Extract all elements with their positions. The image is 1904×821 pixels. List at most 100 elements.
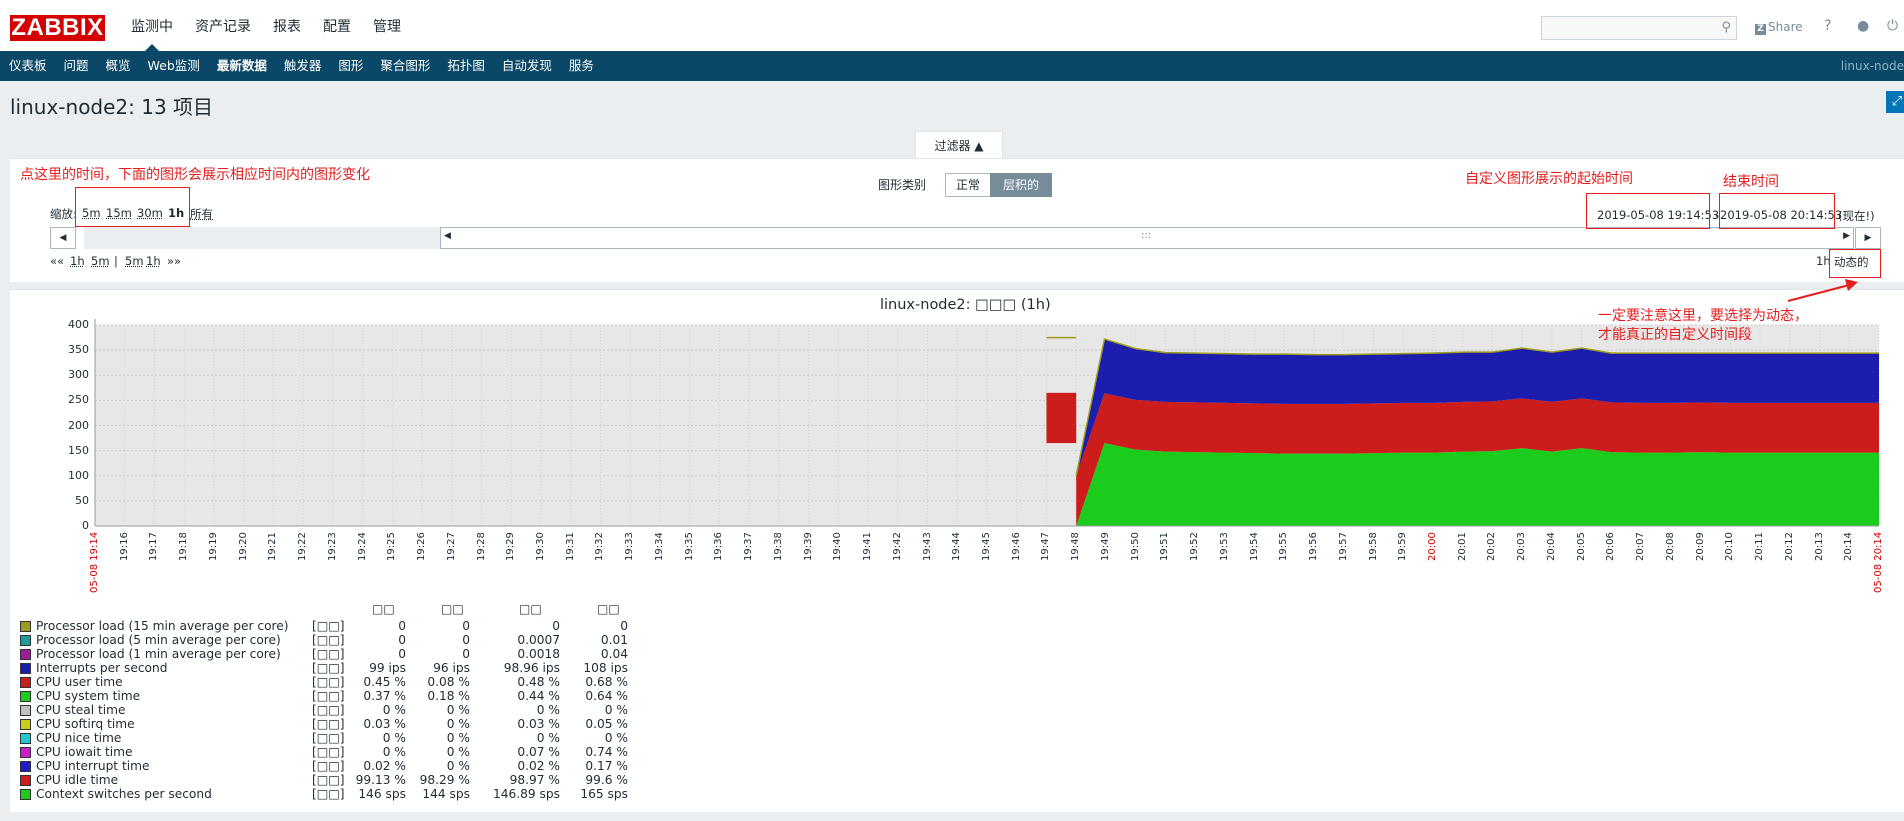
x-tick-label: 20:10 [1724,532,1736,561]
x-tick-label: 19:48 [1070,532,1082,561]
legend-item-value: 0 % [446,703,470,717]
legend-item-value: 0.02 % [363,759,406,773]
legend-item-value: 0.45 % [363,675,406,689]
x-tick-label: 19:27 [445,532,457,561]
x-tick-label: 19:44 [951,532,963,561]
annotation-end-time: 结束时间 [1723,174,1779,190]
x-tick-label: 19:31 [564,532,576,561]
legend-color-swatch [20,663,31,674]
series-areas [1046,336,1879,526]
legend-item-value: 0 % [446,745,470,759]
legend-item-function: [□□] [312,731,345,745]
annotation-dynamic-note-2: 才能真正的自定义时间段 [1598,327,1752,343]
y-tick-label: 100 [68,468,89,482]
x-tick-label: 19:24 [356,532,368,561]
x-tick-label: 19:49 [1099,532,1111,561]
x-tick-label: 19:33 [624,532,636,561]
legend-color-swatch [20,621,31,632]
legend-item-value: 146 sps [358,787,406,801]
x-tick-label: 20:00 [1427,532,1438,561]
x-tick-label: 20:13 [1813,532,1825,561]
x-tick-label: 19:23 [326,532,338,561]
legend-item-value: 99.13 % [355,773,406,787]
legend-item-name: CPU steal time [36,703,126,717]
x-tick-label: 19:59 [1397,532,1409,561]
legend-color-swatch [20,775,31,786]
legend-row: Processor load (5 min average per core) [… [20,633,660,647]
y-tick-label: 200 [68,418,89,432]
x-tick-label: 20:01 [1456,532,1468,561]
x-tick-label: 19:38 [772,532,784,561]
legend-item-value: 0 [620,619,628,633]
legend-item-function: [□□] [312,745,345,759]
annotation-arrow-line [1787,283,1854,302]
legend-item-value: 0.68 % [585,675,628,689]
legend-item-value: 96 ips [433,661,470,675]
legend-item-value: 0.64 % [585,689,628,703]
legend-item-value: 0.37 % [363,689,406,703]
legend-item-value: 0.18 % [427,689,470,703]
legend-item-value: 165 sps [580,787,628,801]
legend-item-function: [□□] [312,633,345,647]
legend-item-name: CPU nice time [36,731,122,745]
legend-item-function: [□□] [312,675,345,689]
series-area-context-switches-per-second [1076,443,1879,526]
x-tick-label: 19:16 [118,532,130,561]
x-tick-label: 19:22 [297,532,309,561]
legend-color-swatch [20,761,31,772]
legend-row: CPU steal time [□□] 0 % 0 % 0 % 0 % [20,703,660,717]
legend-color-swatch [20,677,31,688]
legend-item-value: 0 % [604,703,628,717]
x-tick-label: 19:19 [207,532,219,561]
legend-item-name: CPU iowait time [36,745,133,759]
x-tick-label: 19:34 [653,532,665,561]
legend-color-swatch [20,705,31,716]
legend-item-value: 0.05 % [585,717,628,731]
x-tick-label: 19:40 [832,532,844,561]
legend-row: CPU interrupt time [□□] 0.02 % 0 % 0.02 % 0.1… [20,759,660,773]
legend-item-value: 0.08 % [427,675,470,689]
legend-item-value: 0 % [446,759,470,773]
legend-item-value: 0.74 % [585,745,628,759]
legend-item-value: 0.07 % [517,745,560,759]
legend-item-value: 0 [398,633,406,647]
x-tick-label: 20:02 [1486,532,1498,561]
annotation-arrow-head [1845,279,1858,291]
x-tick-label: 19:47 [1040,532,1052,561]
x-tick-label: 19:52 [1189,532,1201,561]
legend-item-function: [□□] [312,773,345,787]
legend-item-value: 0 % [446,731,470,745]
legend-header-last: □□ [372,602,395,616]
legend-item-value: 0 [398,647,406,661]
legend-row: CPU system time [□□] 0.37 % 0.18 % 0.44 % 0.6… [20,689,660,703]
legend-item-function: [□□] [312,703,345,717]
legend-item-value: 98.29 % [419,773,470,787]
legend-color-swatch [20,691,31,702]
x-tick-label: 20:04 [1545,532,1557,561]
x-tick-label: 19:51 [1159,532,1171,561]
legend-item-value: 0 [462,633,470,647]
x-tick-label: 20:07 [1635,532,1647,561]
legend-item-name: CPU system time [36,689,141,703]
annotation-dynamic-note-1: 一定要注意这里，要选择为动态， [1598,308,1808,324]
annotation-start-time: 自定义图形展示的起始时间 [1465,171,1633,187]
legend-row: CPU softirq time [□□] 0.03 % 0 % 0.03 % 0.05 … [20,717,660,731]
y-tick-label: 350 [68,343,89,357]
legend-item-value: 0.0018 [517,647,560,661]
x-tick-label: 19:30 [535,532,546,561]
legend-color-swatch [20,635,31,646]
legend-item-value: 99 ips [369,661,406,675]
x-tick-label: 20:12 [1783,532,1795,561]
x-tick-label: 19:46 [1010,532,1022,561]
x-tick-label: 19:17 [148,532,160,561]
x-tick-label: 19:37 [743,532,755,561]
x-tick-label: 20:06 [1605,532,1617,561]
highlight-end-box [1719,193,1835,229]
legend-header-max: □□ [597,602,620,616]
legend-item-value: 0 % [382,703,406,717]
legend-row: Interrupts per second [□□] 99 ips 96 ips 98.… [20,661,660,675]
y-tick-label: 0 [82,519,89,532]
y-tick-label: 50 [75,493,89,507]
legend-item-value: 0 [462,619,470,633]
legend-item-value: 0 [398,619,406,633]
